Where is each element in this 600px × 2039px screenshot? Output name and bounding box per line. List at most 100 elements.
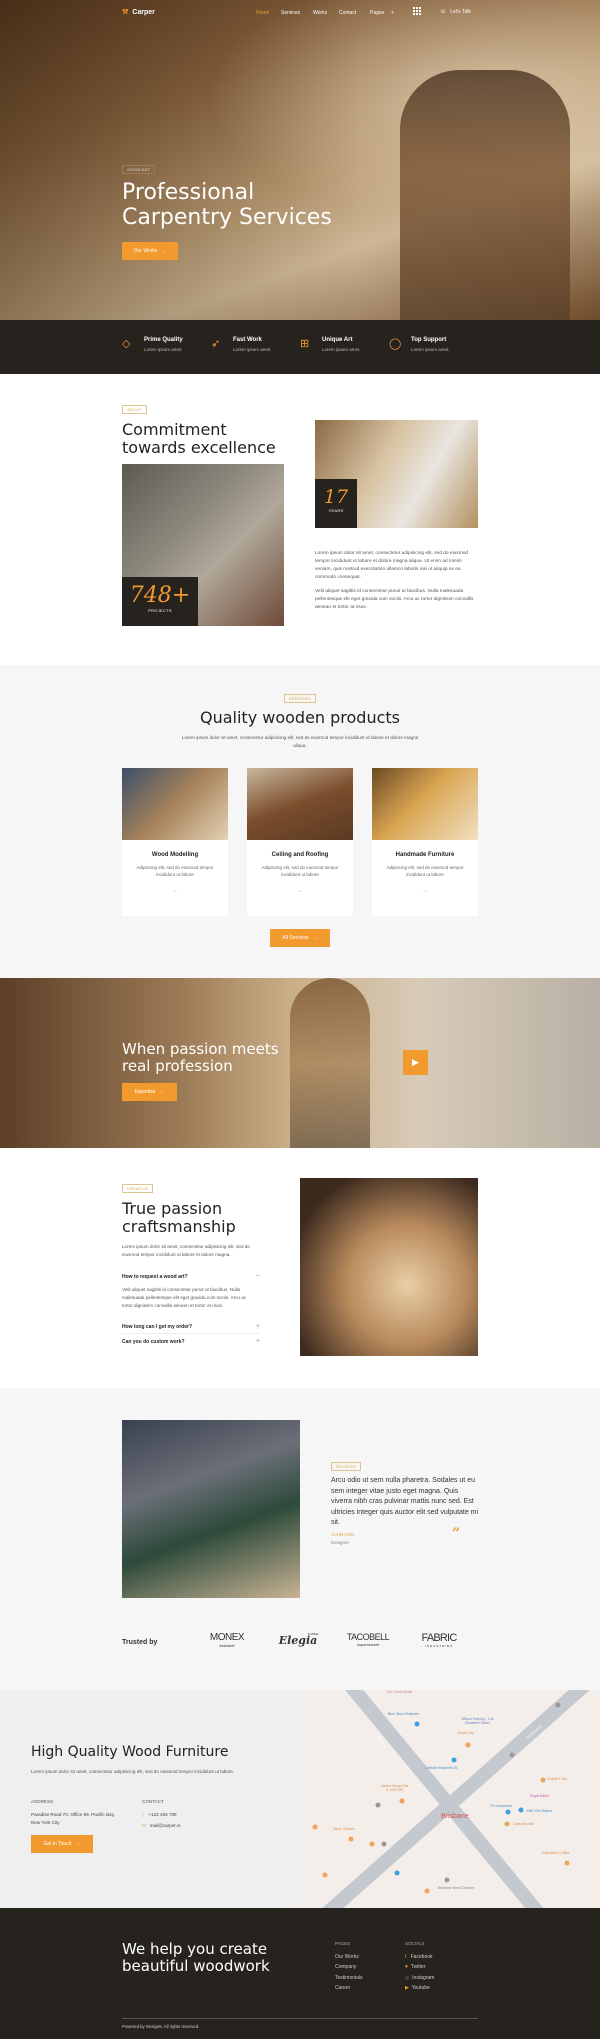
- hero-tag: WOOD ART: [122, 165, 156, 174]
- all-services-button[interactable]: All Services →: [270, 929, 330, 947]
- creative-description: Lorem ipsum dolor sit amet, consectetur …: [122, 1244, 250, 1257]
- about-paragraph-2: Velit aliquet sagittis id consectetur pu…: [315, 589, 474, 610]
- map-place-label: Beach House Bar & Grill CBD: [381, 1784, 409, 1792]
- arrow-right-icon: →: [312, 935, 318, 941]
- services-tag: SERVICES: [284, 694, 316, 703]
- services-title: Quality wooden products: [199, 708, 401, 727]
- address-label: ADDRESS: [31, 1799, 54, 1804]
- phone-row: ▯ +123 456 789: [142, 1812, 177, 1817]
- footer-divider: [122, 2018, 478, 2019]
- handmade-furniture-image: [372, 768, 478, 840]
- map[interactable]: Brisbane The Grand Motel Blue Store Bris…: [300, 1690, 600, 1908]
- ceiling-roofing-image: [247, 768, 353, 840]
- nav-pages[interactable]: Pages: [370, 10, 384, 16]
- grid-menu-icon[interactable]: [413, 7, 421, 15]
- quote-icon: ”: [452, 1526, 461, 1542]
- logo-monex: MONEX industrie: [209, 1632, 245, 1648]
- twitter-icon: ♥: [405, 1964, 408, 1970]
- service-card-wood-modelling[interactable]: Wood Modelling Adipiscing elit, sed do ei…: [122, 768, 228, 916]
- socials-heading: SOCIALS: [405, 1941, 425, 1946]
- instagram-icon: ◎: [405, 1975, 410, 1981]
- projects-stat: 748+ PROJECTS: [122, 577, 198, 626]
- facebook-icon: f: [405, 1954, 407, 1960]
- footer: We help you create beautiful woodwork PAG…: [0, 1908, 600, 2039]
- faq-answer-1: Velit aliquet sagittis id consectetur pu…: [122, 1287, 247, 1308]
- get-in-touch-button[interactable]: Get in Touch →: [31, 1835, 93, 1853]
- map-place-label: Royal Albert: [530, 1794, 549, 1798]
- minus-icon[interactable]: −: [256, 1273, 260, 1280]
- map-place-label: The Grand Motel: [386, 1690, 413, 1694]
- social-youtube[interactable]: ▶ Youtube: [405, 1985, 430, 1991]
- contact-label: CONTACT: [142, 1799, 164, 1804]
- planing-image: [122, 1420, 300, 1598]
- hammer-icon: ⚒: [122, 9, 129, 16]
- social-instagram[interactable]: ◎ Instagram: [405, 1975, 434, 1981]
- map-place-label: TS computers: [490, 1804, 512, 1808]
- map-place-label: Wilson Parking - 140 Elizabeth Street: [461, 1717, 494, 1725]
- map-place-label: GNR Gift Station: [526, 1809, 553, 1813]
- about-tag: ABOUT: [122, 405, 147, 414]
- arrow-right-icon[interactable]: →: [247, 888, 353, 894]
- pages-heading: PAGES: [335, 1941, 351, 1946]
- map-roads: [312, 1690, 590, 1908]
- play-video-button[interactable]: ▶: [403, 1050, 428, 1075]
- social-facebook[interactable]: f Facebook: [405, 1954, 433, 1960]
- service-card-handmade-furniture[interactable]: Handmade Furniture Adipiscing elit, sed d…: [372, 768, 478, 916]
- map-place-label: Sushi City: [458, 1731, 474, 1735]
- social-twitter[interactable]: ♥ Twitter: [405, 1964, 425, 1970]
- gift-icon: ⊞: [300, 338, 310, 350]
- footer-link-company[interactable]: Company: [335, 1964, 356, 1970]
- banner-carpenter-image: [290, 978, 370, 1148]
- nav-works[interactable]: Works: [313, 10, 327, 16]
- features-bar: ◇ Prime Quality Lorem ipsum amet. ➶ Fast Wo…: [0, 320, 600, 374]
- brand-logo[interactable]: ⚒ Carper: [122, 8, 155, 17]
- wood-modelling-image: [122, 768, 228, 840]
- youtube-icon: ▶: [405, 1985, 409, 1991]
- chat-bubble-icon: ◯: [389, 338, 402, 350]
- about-worker-image: 748+ PROJECTS: [122, 464, 284, 626]
- email-row[interactable]: ✉ mail@carper.io: [142, 1822, 180, 1831]
- map-place-label: Expedition Coffee: [542, 1851, 570, 1855]
- footer-link-our-works[interactable]: Our Works: [335, 1954, 359, 1960]
- hero-title: Professional Carpentry Services: [122, 180, 332, 231]
- expertise-button[interactable]: Expertise →: [122, 1083, 177, 1101]
- contact-title: High Quality Wood Furniture: [31, 1744, 229, 1760]
- arrow-right-icon[interactable]: →: [372, 888, 478, 894]
- about-title: Commitment towards excellence: [122, 420, 276, 458]
- play-icon: ▶: [412, 1057, 419, 1067]
- reviews-tag: REVIEWS: [331, 1462, 361, 1471]
- logo-tacobell: TACOBELL supermarket: [346, 1632, 390, 1647]
- hero-section: ⚒ Carper Home Services Works Contact Page…: [0, 0, 600, 320]
- phone-icon: ▯: [142, 1812, 145, 1817]
- plus-icon[interactable]: +: [256, 1323, 260, 1330]
- arrow-right-icon: →: [161, 248, 167, 254]
- contact-description: Lorem ipsum dolor sit amet, consectetur …: [31, 1769, 235, 1774]
- faq-item-2[interactable]: How long can I get my order? +: [122, 1323, 260, 1334]
- map-place-label: Cafe Mondial: [513, 1822, 534, 1826]
- footer-title: We help you create beautiful woodwork: [122, 1940, 270, 1976]
- faq-item-3[interactable]: Can you do custom work? +: [122, 1338, 260, 1348]
- diamond-icon: ◇: [122, 338, 131, 350]
- service-card-ceiling-roofing[interactable]: Ceiling and Roofing Adipiscing elit, sed …: [247, 768, 353, 916]
- passion-banner: When passion meets real profession Expert…: [0, 978, 600, 1148]
- nav-home[interactable]: Home: [256, 10, 269, 16]
- banner-title: When passion meets real profession: [122, 1040, 279, 1076]
- map-place-label: Blue Store Brisbane: [388, 1712, 420, 1716]
- footer-link-testimonials[interactable]: Testimonials: [335, 1975, 363, 1981]
- map-place-label: Nene Chicken: [333, 1827, 355, 1831]
- logo-elegia: SUPER Elegia: [278, 1632, 318, 1647]
- review-quote: Arcu odio ut sem nulla pharetra. Sodales…: [331, 1477, 479, 1526]
- carving-image: [300, 1178, 478, 1356]
- footer-link-career[interactable]: Career: [335, 1985, 350, 1991]
- pages-plus-icon: +: [391, 10, 394, 16]
- map-city-label: Brisbane: [441, 1813, 469, 1820]
- about-paragraph-1: Lorem ipsum dolor sit amet, consectetur …: [315, 551, 469, 580]
- plus-icon[interactable]: +: [256, 1338, 260, 1345]
- arrow-right-icon[interactable]: →: [122, 888, 228, 894]
- faq-item-1[interactable]: How to request a wood art? −: [122, 1273, 260, 1283]
- map-place-label: Charlie's Tea: [547, 1777, 568, 1781]
- our-works-button[interactable]: Our Works →: [122, 242, 178, 260]
- nav-contact[interactable]: Contact: [339, 10, 356, 16]
- lets-talk-link[interactable]: ☏ Let's Talk: [440, 9, 471, 15]
- nav-services[interactable]: Services: [281, 10, 300, 16]
